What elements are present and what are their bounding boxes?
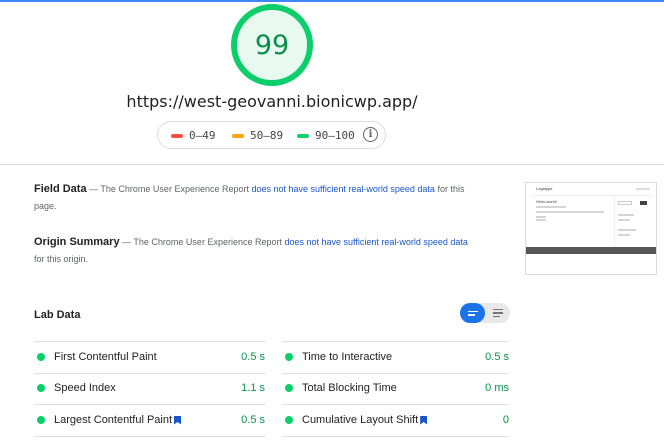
metrics-divider: [282, 436, 509, 437]
pass-indicator-icon: [37, 416, 45, 424]
compact-list-icon: [467, 310, 478, 316]
legend-pass-swatch: [297, 133, 309, 138]
info-icon[interactable]: i: [363, 127, 378, 142]
metric-value: 0.5 s: [241, 351, 265, 363]
metric-value: 1.1 s: [241, 382, 265, 394]
lab-data-title: Lab Data: [34, 309, 81, 321]
metric-label: Total Blocking Time: [302, 382, 397, 394]
pass-indicator-icon: [285, 384, 293, 392]
metric-total-blocking-time: Total Blocking Time 0 ms: [285, 378, 509, 398]
thumbnail-text-line: [536, 211, 604, 213]
metrics-divider: [34, 436, 265, 437]
thumbnail-footer-bar: [526, 247, 656, 254]
metric-largest-contentful-paint: Largest Contentful Paint 0.5 s: [37, 410, 265, 430]
page-screenshot-thumbnail: Logotype Hello world!: [525, 182, 657, 275]
bookmark-icon: [174, 415, 182, 425]
thumbnail-rule: [530, 195, 654, 196]
metric-value: 0.5 s: [241, 414, 265, 426]
metrics-divider: [282, 373, 509, 374]
metrics-divider: [34, 341, 265, 342]
metric-value: 0: [502, 414, 509, 426]
expanded-list-icon: [492, 308, 503, 318]
performance-score-gauge: 99: [231, 4, 313, 86]
legend-average-label: 50–89: [250, 129, 284, 142]
thumbnail-sidebar-line: [618, 214, 634, 216]
legend-item-pass: 90–100: [297, 129, 355, 142]
metric-value: 0.5 s: [485, 351, 509, 363]
legend-fail-label: 0–49: [189, 129, 216, 142]
metric-label: Time to Interactive: [302, 351, 393, 363]
thumbnail-sidebar-line: [618, 219, 630, 221]
origin-summary-link[interactable]: does not have sufficient real-world spee…: [284, 237, 467, 247]
thumbnail-search-box: [618, 201, 632, 205]
legend-fail-swatch: [171, 133, 183, 138]
performance-score: 99: [254, 29, 290, 61]
expanded-view-button[interactable]: [485, 303, 510, 323]
metric-cumulative-layout-shift: Cumulative Layout Shift 0: [285, 410, 509, 430]
origin-summary-text: — The Chrome User Experience Report: [119, 237, 285, 247]
thumbnail-site-name: Logotype: [536, 186, 553, 191]
metric-label: First Contentful Paint: [54, 351, 157, 363]
metric-label: Cumulative Layout Shift: [302, 414, 419, 426]
field-data-title: Field Data: [34, 183, 87, 195]
field-data-text: — The Chrome User Experience Report: [86, 184, 252, 194]
pass-indicator-icon: [285, 353, 293, 361]
thumbnail-text-line: [536, 219, 546, 221]
field-data-link[interactable]: does not have sufficient real-world spee…: [251, 184, 434, 194]
top-accent-bar: [0, 0, 664, 2]
metric-speed-index: Speed Index 1.1 s: [37, 378, 265, 398]
origin-summary-text-end: for this origin.: [34, 254, 89, 264]
section-divider: [0, 164, 664, 165]
score-legend: 0–49 50–89 90–100 i: [157, 121, 386, 149]
pass-indicator-icon: [285, 416, 293, 424]
metric-first-contentful-paint: First Contentful Paint 0.5 s: [37, 347, 265, 367]
legend-pass-label: 90–100: [315, 129, 355, 142]
thumbnail-sidebar-rule: [614, 195, 615, 247]
metrics-divider: [34, 373, 265, 374]
metric-value: 0 ms: [485, 382, 509, 394]
metric-label: Speed Index: [54, 382, 116, 394]
metrics-divider: [282, 341, 509, 342]
legend-item-fail: 0–49: [171, 129, 216, 142]
thumbnail-search-button: [640, 201, 647, 205]
metric-label: Largest Contentful Paint: [54, 414, 173, 426]
thumbnail-sidebar-line: [618, 229, 636, 231]
metrics-view-toggle[interactable]: [460, 303, 510, 323]
metrics-divider: [34, 404, 265, 405]
metric-time-to-interactive: Time to Interactive 0.5 s: [285, 347, 509, 367]
origin-summary-section: Origin Summary — The Chrome User Experie…: [34, 234, 474, 268]
bookmark-icon: [420, 415, 428, 425]
thumbnail-header: Logotype: [530, 186, 654, 194]
legend-item-average: 50–89: [232, 129, 283, 142]
field-data-section: Field Data — The Chrome User Experience …: [34, 181, 474, 215]
tested-url: https://west-geovanni.bionicwp.app/: [126, 92, 418, 111]
thumbnail-text-line: [536, 216, 546, 218]
compact-view-button[interactable]: [460, 303, 485, 323]
thumbnail-text-line: [536, 206, 566, 208]
legend-average-swatch: [232, 133, 244, 138]
thumbnail-sidebar-line: [618, 234, 630, 236]
origin-summary-title: Origin Summary: [34, 236, 120, 248]
metrics-divider: [282, 404, 509, 405]
pass-indicator-icon: [37, 384, 45, 392]
pass-indicator-icon: [37, 353, 45, 361]
thumbnail-heading: Hello world!: [536, 199, 557, 204]
thumbnail-nav: [636, 188, 650, 190]
